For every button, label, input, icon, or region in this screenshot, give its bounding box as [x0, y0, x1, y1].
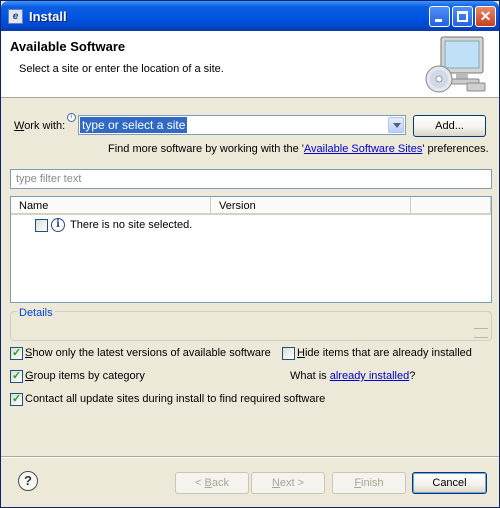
- close-button[interactable]: ✕: [475, 6, 496, 27]
- title-bar[interactable]: e Install ✕: [1, 1, 499, 31]
- find-more-text: Find more software by working with the '…: [108, 143, 489, 155]
- available-software-sites-link[interactable]: Available Software Sites: [304, 143, 422, 155]
- next-button[interactable]: Next >: [251, 472, 325, 494]
- window-title: Install: [29, 9, 67, 24]
- page-description: Select a site or enter the location of a…: [19, 63, 224, 75]
- row-checkbox[interactable]: [35, 219, 48, 232]
- work-with-combo[interactable]: type or select a site: [78, 115, 406, 135]
- page-title: Available Software: [10, 39, 126, 54]
- resize-grip-icon[interactable]: [474, 328, 488, 338]
- column-header-empty: [411, 197, 491, 215]
- column-header-name[interactable]: Name: [11, 197, 211, 215]
- what-is-installed-text: What is already installed?: [290, 370, 416, 382]
- details-label: Details: [17, 307, 55, 319]
- eclipse-app-icon: e: [8, 9, 23, 24]
- contact-sites-label[interactable]: Contact all update sites during install …: [25, 393, 325, 405]
- group-by-category-checkbox[interactable]: [10, 369, 23, 383]
- install-monitor-cd-icon: [425, 36, 486, 93]
- footer-divider: [1, 456, 499, 458]
- chevron-down-icon[interactable]: [388, 117, 404, 133]
- work-with-label: Work with:: [14, 120, 66, 132]
- minimize-button[interactable]: [429, 6, 450, 27]
- content-assist-icon: i: [67, 113, 76, 122]
- table-row[interactable]: i There is no site selected.: [11, 216, 491, 234]
- filter-placeholder: type filter text: [16, 173, 82, 185]
- hide-installed-checkbox[interactable]: [282, 347, 295, 360]
- group-by-category-label[interactable]: Group items by category: [25, 370, 145, 382]
- info-icon: i: [51, 218, 65, 232]
- help-icon[interactable]: ?: [18, 471, 38, 491]
- software-table[interactable]: Name Version i There is no site selected…: [10, 196, 492, 303]
- column-header-version[interactable]: Version: [211, 197, 411, 215]
- maximize-button[interactable]: [452, 6, 473, 27]
- details-group: [10, 311, 492, 341]
- already-installed-link[interactable]: already installed: [330, 370, 410, 382]
- hide-installed-label[interactable]: Hide items that are already installed: [297, 347, 472, 359]
- back-button[interactable]: < Back: [175, 472, 249, 494]
- work-with-value[interactable]: type or select a site: [80, 117, 188, 133]
- install-dialog: e Install ✕ Available Software Select a …: [0, 0, 500, 508]
- show-latest-checkbox[interactable]: [10, 346, 23, 360]
- contact-sites-checkbox[interactable]: [10, 392, 23, 406]
- add-button[interactable]: Add...: [413, 115, 486, 137]
- show-latest-label[interactable]: Show only the latest versions of availab…: [25, 347, 271, 359]
- wizard-header: Available Software Select a site or ente…: [1, 31, 499, 98]
- cancel-button[interactable]: Cancel: [412, 472, 487, 494]
- finish-button[interactable]: Finish: [332, 472, 406, 494]
- close-icon: ✕: [479, 8, 492, 24]
- filter-input[interactable]: type filter text: [10, 169, 492, 189]
- row-text: There is no site selected.: [70, 219, 193, 231]
